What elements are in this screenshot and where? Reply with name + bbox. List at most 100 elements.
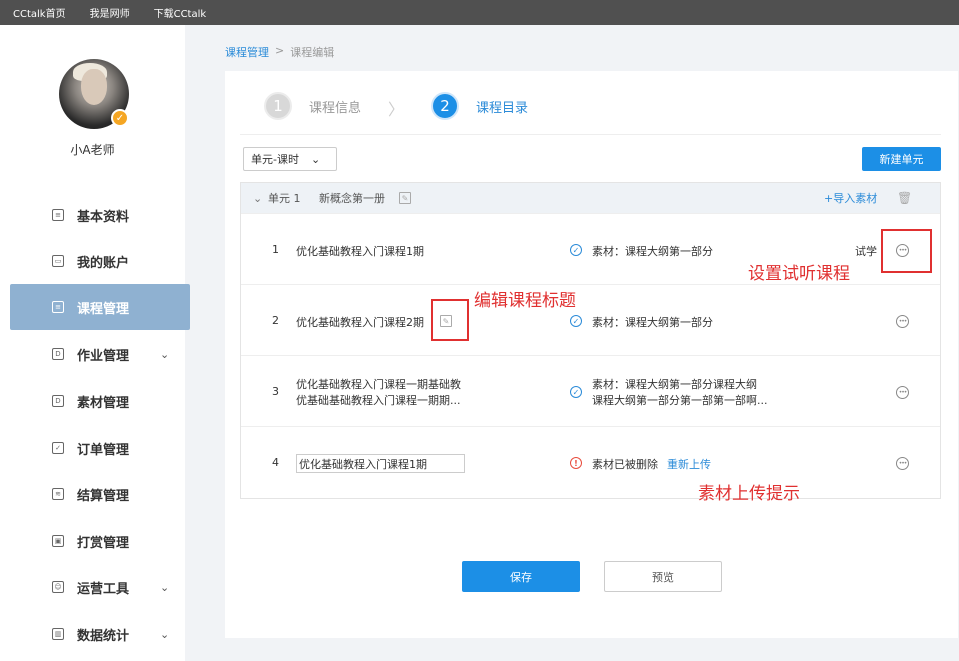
unit-header: ⌄ 单元 1 新概念第一册 ✎ +导入素材 🗑 — [241, 183, 940, 213]
more-options-icon[interactable]: ••• — [896, 386, 909, 399]
profile-icon: ≡ — [52, 209, 64, 221]
unit-mode-select[interactable]: 单元-课时 ⌄ — [243, 147, 337, 171]
chevron-down-icon[interactable]: ⌄ — [160, 628, 169, 641]
top-nav-bar: CCtalk首页 我是网师 下载CCtalk — [0, 0, 959, 25]
trash-icon[interactable]: 🗑 — [897, 191, 912, 205]
sidebar-item-homework[interactable]: D 作业管理 ⌄ — [10, 331, 190, 377]
username: 小A老师 — [70, 143, 115, 157]
lesson-number: 2 — [272, 314, 279, 327]
avatar-face — [81, 69, 107, 105]
select-value: 单元-课时 — [251, 153, 299, 166]
chevron-right-icon: 〉 — [388, 100, 405, 119]
sidebar-item-account[interactable]: ▭ 我的账户 — [10, 238, 190, 284]
table-row: 3 优化基础教程入门课程一期基础教 优基础基础教程入门课程一期期... ✓ 素材… — [241, 355, 940, 426]
sidebar-item-label: 课程管理 — [77, 301, 130, 317]
save-button[interactable]: 保存 — [462, 561, 580, 592]
lesson-material: 素材：课程大纲第一部分 — [592, 316, 713, 329]
sidebar-item-material[interactable]: D 素材管理 — [10, 378, 190, 424]
annotation-upload-tip: 素材上传提示 — [698, 484, 800, 504]
order-icon: ✓ — [52, 442, 64, 454]
step-label: 课程信息 — [309, 100, 362, 116]
sidebar-item-reward[interactable]: ▣ 打赏管理 — [10, 518, 190, 564]
annotation-trial: 设置试听课程 — [748, 264, 850, 284]
chevron-down-icon: ⌄ — [310, 152, 321, 166]
sidebar-item-label: 数据统计 — [77, 628, 130, 644]
sidebar-item-statistics[interactable]: ▥ 数据统计 ⌄ — [10, 611, 190, 657]
lesson-material: 素材：课程大纲第一部分 — [592, 245, 713, 258]
sidebar-item-course[interactable]: ≡ 课程管理 — [10, 284, 190, 330]
verified-badge-icon: ✓ — [111, 109, 129, 127]
sidebar-item-label: 结算管理 — [77, 488, 130, 504]
chevron-down-icon[interactable]: ⌄ — [160, 581, 169, 594]
warning-icon: ! — [570, 457, 582, 469]
sidebar-item-settlement[interactable]: ≋ 结算管理 — [10, 471, 190, 517]
sidebar-item-label: 我的账户 — [77, 255, 130, 271]
table-row: 4 优化基础教程入门课程1期 ! 素材已被删除 重新上传 ••• — [241, 426, 940, 497]
new-unit-button[interactable]: 新建单元 — [862, 147, 941, 171]
lesson-table: ⌄ 单元 1 新概念第一册 ✎ +导入素材 🗑 1 优化基础教程入门课程1期 ✓… — [240, 182, 941, 499]
breadcrumb-current: 课程编辑 — [290, 46, 335, 59]
step-course-info[interactable]: 1 课程信息 — [264, 92, 361, 120]
sidebar: ✓ 小A老师 ≡ 基本资料 ▭ 我的账户 ≡ 课程管理 D 作业管理 ⌄ D 素… — [0, 25, 190, 661]
sidebar-item-label: 运营工具 — [77, 581, 130, 597]
lesson-material: 素材已被删除 — [592, 458, 658, 471]
sidebar-item-label: 基本资料 — [77, 209, 130, 225]
preview-button[interactable]: 预览 — [604, 561, 722, 592]
step-course-catalog[interactable]: 2 课程目录 — [431, 92, 528, 120]
sidebar-item-label: 打赏管理 — [77, 535, 130, 551]
breadcrumb: 课程管理 > 课程编辑 — [225, 44, 334, 60]
import-material-link[interactable]: +导入素材 — [824, 190, 877, 206]
account-card-icon: ▭ — [52, 255, 64, 267]
lesson-number: 1 — [272, 243, 279, 256]
sidebar-item-profile[interactable]: ≡ 基本资料 — [10, 192, 190, 238]
lesson-title-input[interactable]: 优化基础教程入门课程1期 — [296, 454, 465, 473]
unit-title: 新概念第一册 — [319, 192, 385, 205]
check-circle-icon: ✓ — [570, 386, 582, 398]
lesson-material-line: 素材：课程大纲第一部分课程大纲 — [592, 378, 757, 391]
step-number: 1 — [264, 92, 292, 120]
lesson-title: 优化基础教程入门课程一期基础教 优基础基础教程入门课程一期期... — [296, 377, 461, 409]
course-icon: ≡ — [52, 301, 64, 313]
unit-name: 单元 1 — [268, 192, 301, 205]
settlement-icon: ≋ — [52, 488, 64, 500]
reupload-link[interactable]: 重新上传 — [667, 456, 711, 472]
top-link-download[interactable]: 下载CCtalk — [154, 5, 207, 20]
lesson-title: 优化基础教程入门课程2期 — [296, 316, 424, 329]
avatar[interactable]: ✓ — [59, 59, 129, 129]
top-link-teacher[interactable]: 我是网师 — [90, 5, 130, 20]
annotation-edit-title: 编辑课程标题 — [474, 291, 576, 311]
lesson-material: 素材：课程大纲第一部分课程大纲 课程大纲第一部分第一部第一部啊... — [592, 377, 768, 409]
sidebar-item-label: 作业管理 — [77, 348, 130, 364]
reward-icon: ▣ — [52, 535, 64, 547]
trial-label: 试学 — [855, 245, 877, 258]
step-number: 2 — [431, 92, 459, 120]
more-options-icon[interactable]: ••• — [896, 315, 909, 328]
statistics-icon: ▥ — [52, 628, 64, 640]
check-circle-icon: ✓ — [570, 315, 582, 327]
more-options-icon[interactable]: ••• — [896, 457, 909, 470]
lesson-title-line: 优化基础教程入门课程一期基础教 — [296, 378, 461, 391]
top-link-home[interactable]: CCtalk首页 — [13, 5, 66, 20]
sidebar-item-label: 素材管理 — [77, 395, 130, 411]
material-icon: D — [52, 395, 64, 407]
chevron-down-icon[interactable]: ⌄ — [253, 192, 262, 205]
sidebar-item-order[interactable]: ✓ 订单管理 — [10, 425, 190, 471]
homework-icon: D — [52, 348, 64, 360]
operation-icon: ☺ — [52, 581, 64, 593]
breadcrumb-separator: > — [275, 44, 285, 57]
annotation-box-edit-title — [431, 299, 469, 341]
sidebar-item-label: 订单管理 — [77, 442, 130, 458]
breadcrumb-parent[interactable]: 课程管理 — [225, 44, 269, 60]
lesson-material-line: 课程大纲第一部分第一部第一部啊... — [592, 394, 768, 407]
chevron-down-icon[interactable]: ⌄ — [160, 348, 169, 361]
divider — [240, 134, 941, 135]
lesson-title: 优化基础教程入门课程1期 — [296, 245, 424, 258]
lesson-title-line: 优基础基础教程入门课程一期期... — [296, 394, 461, 407]
lesson-number: 4 — [272, 456, 279, 469]
step-label: 课程目录 — [476, 100, 529, 116]
edit-icon[interactable]: ✎ — [399, 192, 411, 204]
sidebar-item-operation[interactable]: ☺ 运营工具 ⌄ — [10, 564, 190, 610]
lesson-number: 3 — [272, 385, 279, 398]
annotation-box-trial — [881, 229, 932, 273]
check-circle-icon: ✓ — [570, 244, 582, 256]
